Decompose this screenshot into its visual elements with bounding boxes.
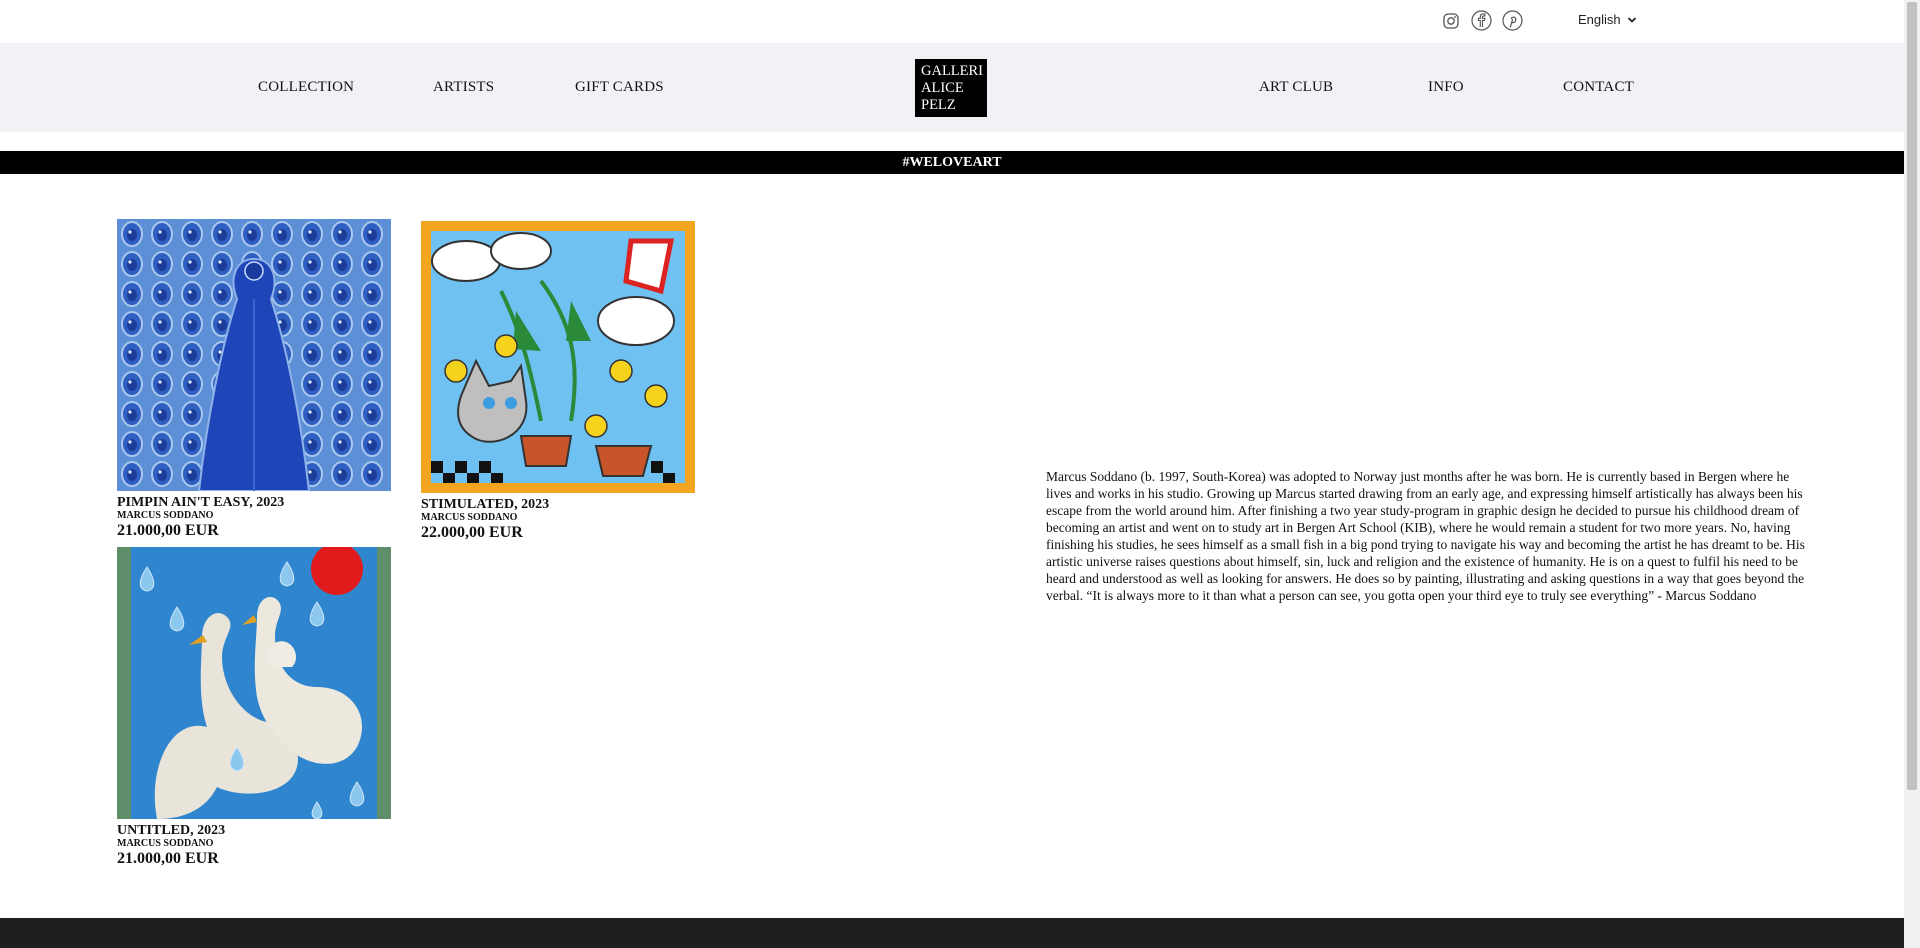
top-bar: English xyxy=(0,0,1904,43)
language-selector[interactable]: English xyxy=(1578,12,1637,27)
nav-info[interactable]: INFO xyxy=(1428,79,1464,96)
nav-contact[interactable]: CONTACT xyxy=(1563,79,1634,96)
artwork-artist: MARCUS SODDANO xyxy=(421,512,518,523)
main-nav: COLLECTION ARTISTS GIFT CARDS GALLERI AL… xyxy=(0,43,1904,132)
artwork-price: 22.000,00 EUR xyxy=(421,524,523,541)
artwork-image-peacock[interactable] xyxy=(117,219,391,491)
scrollbar-thumb[interactable] xyxy=(1907,2,1917,790)
footer xyxy=(0,918,1904,948)
artwork-title[interactable]: STIMULATED, 2023 xyxy=(421,497,697,512)
artwork-artist: MARCUS SODDANO xyxy=(117,510,214,521)
artwork-title[interactable]: UNTITLED, 2023 xyxy=(117,823,393,838)
nav-art-club[interactable]: ART CLUB xyxy=(1259,79,1333,96)
gallery-logo[interactable]: GALLERI ALICE PELZ xyxy=(915,59,987,117)
nav-artists[interactable]: ARTISTS xyxy=(433,79,494,96)
hashtag-banner: #WELOVEART xyxy=(0,151,1904,174)
artwork-image-stimulated[interactable] xyxy=(421,221,695,493)
artwork-price: 21.000,00 EUR xyxy=(117,850,219,867)
artwork-price: 21.000,00 EUR xyxy=(117,522,219,539)
nav-gift-cards[interactable]: GIFT CARDS xyxy=(575,79,664,96)
artwork-card[interactable]: UNTITLED, 2023 MARCUS SODDANO 21.000,00 … xyxy=(117,547,393,868)
logo-line-1: GALLERI xyxy=(921,63,984,79)
nav-collection[interactable]: COLLECTION xyxy=(258,79,354,96)
logo-line-2: ALICE xyxy=(921,80,964,96)
artwork-card[interactable]: STIMULATED, 2023 MARCUS SODDANO 22.000,0… xyxy=(421,221,697,542)
artist-bio: Marcus Soddano (b. 1997, South-Korea) wa… xyxy=(1046,469,1805,603)
artwork-title[interactable]: PIMPIN AIN'T EASY, 2023 xyxy=(117,495,393,510)
facebook-icon[interactable] xyxy=(1471,10,1492,31)
language-label: English xyxy=(1578,12,1621,27)
pinterest-icon[interactable] xyxy=(1502,10,1523,31)
artwork-image-untitled[interactable] xyxy=(117,547,391,819)
artwork-artist: MARCUS SODDANO xyxy=(117,838,214,849)
chevron-down-icon xyxy=(1627,16,1636,23)
instagram-icon[interactable] xyxy=(1440,10,1461,31)
artwork-card[interactable]: PIMPIN AIN'T EASY, 2023 MARCUS SODDANO 2… xyxy=(117,219,393,540)
social-links xyxy=(1440,10,1523,31)
logo-line-3: PELZ xyxy=(921,97,956,113)
